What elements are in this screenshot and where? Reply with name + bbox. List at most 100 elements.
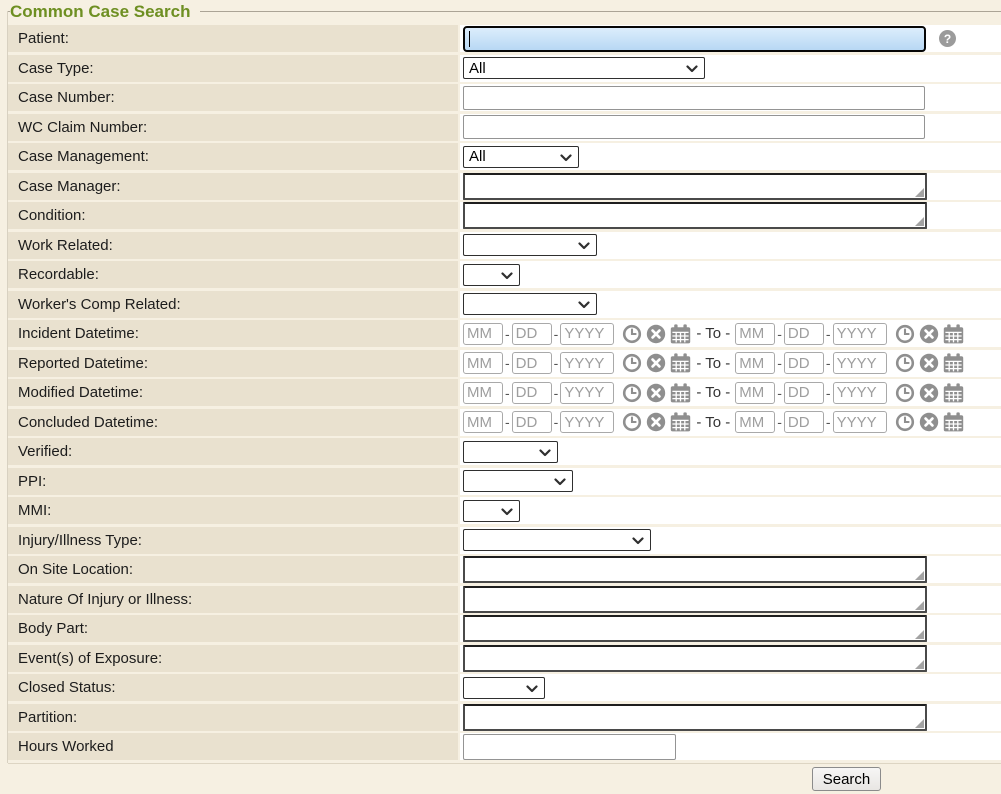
verified-select[interactable] — [463, 441, 558, 463]
row-closed-status: Closed Status: — [8, 674, 1001, 701]
search-button[interactable]: Search — [812, 767, 881, 791]
calendar-icon[interactable] — [943, 353, 964, 373]
from-day-input[interactable] — [512, 352, 552, 374]
field-label: Body Part: — [8, 615, 458, 642]
to-day-input[interactable] — [784, 411, 824, 433]
from-month-input[interactable] — [463, 382, 503, 404]
select-value: All — [469, 60, 486, 77]
condition-textarea[interactable] — [463, 202, 927, 229]
partition-textarea[interactable] — [463, 704, 927, 731]
clear-icon[interactable] — [646, 383, 666, 403]
field-cell — [460, 733, 1001, 760]
help-icon[interactable]: ? — [939, 30, 956, 47]
from-day-input[interactable] — [512, 411, 552, 433]
clock-icon[interactable] — [895, 412, 915, 432]
to-day-input[interactable] — [784, 382, 824, 404]
field-cell — [460, 586, 1001, 613]
row-hours-worked: Hours Worked — [8, 733, 1001, 760]
case-manager-textarea[interactable] — [463, 173, 927, 200]
closed-status-select[interactable] — [463, 677, 545, 699]
work-related-select[interactable] — [463, 234, 597, 256]
field-cell — [460, 497, 1001, 524]
clock-icon[interactable] — [895, 324, 915, 344]
chevron-down-icon — [632, 537, 644, 545]
to-month-input[interactable] — [735, 352, 775, 374]
row-patient: Patient: ? — [8, 25, 1001, 52]
clock-icon[interactable] — [622, 412, 642, 432]
calendar-icon[interactable] — [670, 324, 691, 344]
field-cell — [460, 556, 1001, 583]
recordable-select[interactable] — [463, 264, 520, 286]
clear-icon[interactable] — [646, 324, 666, 344]
nature-of-injury-textarea[interactable] — [463, 586, 927, 613]
from-month-input[interactable] — [463, 411, 503, 433]
ppi-select[interactable] — [463, 470, 573, 492]
modified-datetime-group: --- To --- — [460, 379, 1001, 406]
resize-grip-icon[interactable] — [915, 630, 924, 639]
calendar-icon[interactable] — [943, 412, 964, 432]
date-separator: - — [826, 326, 831, 342]
to-label: - To - — [696, 325, 730, 342]
from-year-input[interactable] — [560, 323, 614, 345]
patient-input[interactable] — [465, 28, 924, 50]
from-year-input[interactable] — [560, 382, 614, 404]
clear-icon[interactable] — [646, 412, 666, 432]
case-management-select[interactable]: All — [463, 146, 579, 168]
clock-icon[interactable] — [622, 353, 642, 373]
clock-icon[interactable] — [622, 324, 642, 344]
from-year-input[interactable] — [560, 411, 614, 433]
clock-icon[interactable] — [895, 353, 915, 373]
resize-grip-icon[interactable] — [915, 188, 924, 197]
to-year-input[interactable] — [833, 411, 887, 433]
body-part-textarea[interactable] — [463, 615, 927, 642]
field-cell: ? — [460, 25, 1001, 52]
calendar-icon[interactable] — [943, 383, 964, 403]
row-ppi: PPI: — [8, 468, 1001, 495]
chevron-down-icon — [539, 449, 551, 457]
from-day-input[interactable] — [512, 323, 552, 345]
calendar-icon[interactable] — [670, 353, 691, 373]
field-label: Modified Datetime: — [8, 379, 458, 406]
resize-grip-icon[interactable] — [915, 217, 924, 226]
injury-illness-type-select[interactable] — [463, 529, 651, 551]
to-year-input[interactable] — [833, 323, 887, 345]
on-site-location-textarea[interactable] — [463, 556, 927, 583]
clock-icon[interactable] — [622, 383, 642, 403]
clear-icon[interactable] — [919, 383, 939, 403]
row-mmi: MMI: — [8, 497, 1001, 524]
calendar-icon[interactable] — [670, 383, 691, 403]
to-year-input[interactable] — [833, 352, 887, 374]
row-body-part: Body Part: — [8, 615, 1001, 642]
clear-icon[interactable] — [919, 353, 939, 373]
events-of-exposure-textarea[interactable] — [463, 645, 927, 672]
clear-icon[interactable] — [919, 412, 939, 432]
mmi-select[interactable] — [463, 500, 520, 522]
to-month-input[interactable] — [735, 323, 775, 345]
case-type-select[interactable]: All — [463, 57, 705, 79]
resize-grip-icon[interactable] — [915, 719, 924, 728]
to-year-input[interactable] — [833, 382, 887, 404]
to-month-input[interactable] — [735, 382, 775, 404]
date-separator: - — [826, 355, 831, 371]
from-month-input[interactable] — [463, 352, 503, 374]
from-year-input[interactable] — [560, 352, 614, 374]
hours-worked-input[interactable] — [463, 734, 676, 760]
clear-icon[interactable] — [919, 324, 939, 344]
field-label: Condition: — [8, 202, 458, 229]
resize-grip-icon[interactable] — [915, 571, 924, 580]
from-month-input[interactable] — [463, 323, 503, 345]
calendar-icon[interactable] — [670, 412, 691, 432]
clear-icon[interactable] — [646, 353, 666, 373]
case-number-input[interactable] — [463, 86, 925, 110]
to-day-input[interactable] — [784, 352, 824, 374]
to-month-input[interactable] — [735, 411, 775, 433]
calendar-icon[interactable] — [943, 324, 964, 344]
resize-grip-icon[interactable] — [915, 660, 924, 669]
clock-icon[interactable] — [895, 383, 915, 403]
workers-comp-related-select[interactable] — [463, 293, 597, 315]
from-day-input[interactable] — [512, 382, 552, 404]
field-label: PPI: — [8, 468, 458, 495]
resize-grip-icon[interactable] — [915, 601, 924, 610]
wc-claim-number-input[interactable] — [463, 115, 925, 139]
to-day-input[interactable] — [784, 323, 824, 345]
